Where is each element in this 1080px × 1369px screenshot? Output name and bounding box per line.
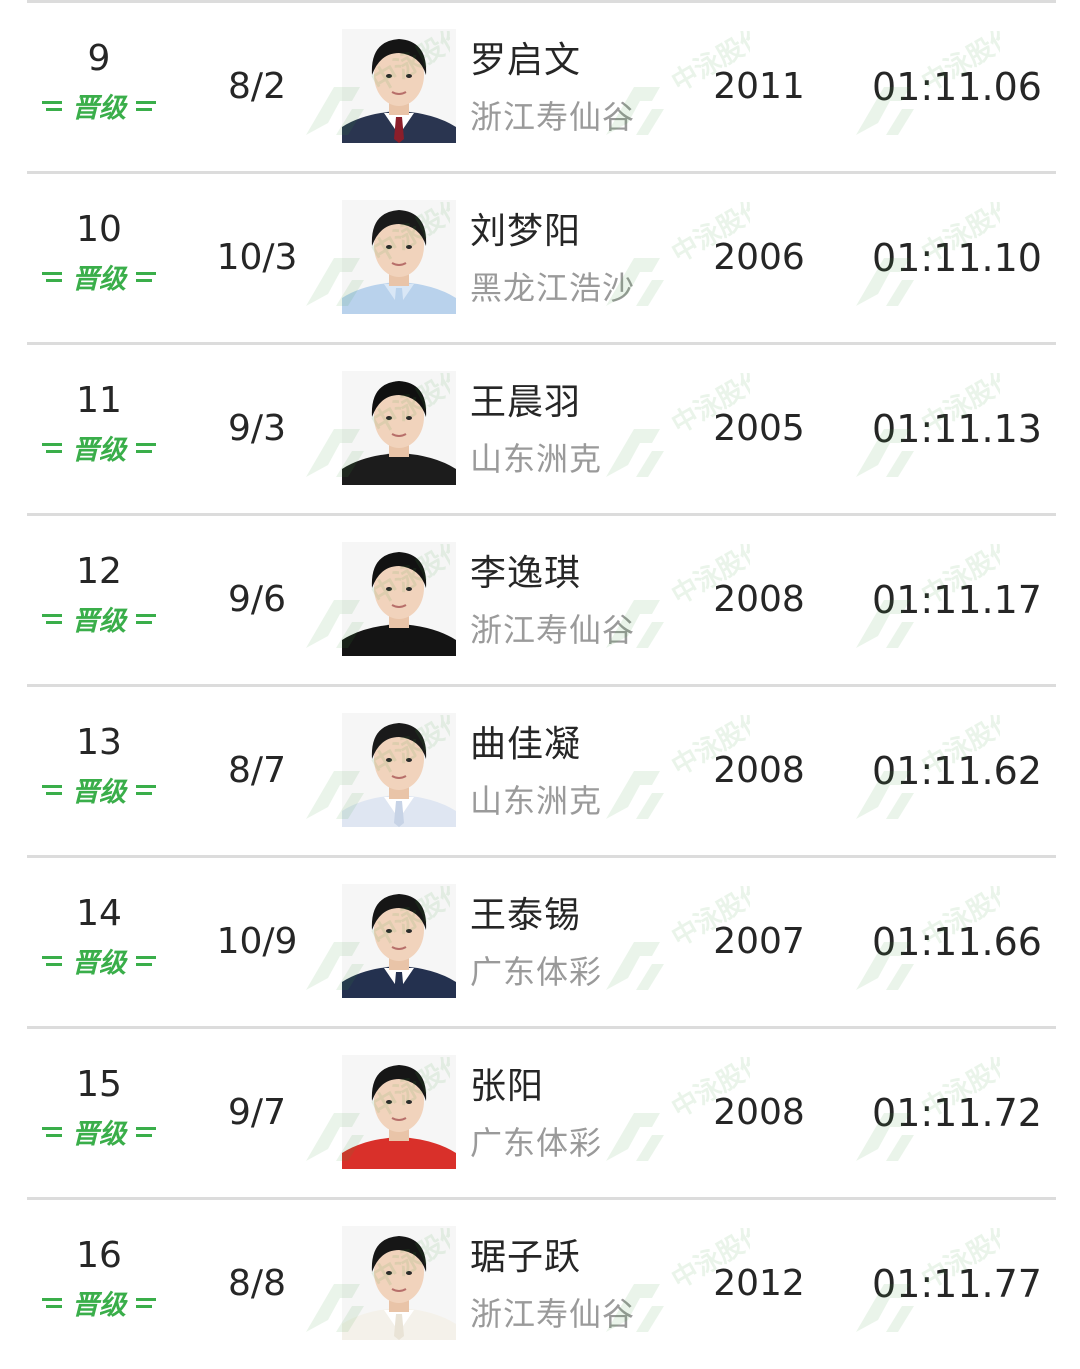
heat-lane: 9/6 (228, 579, 286, 620)
race-time: 01:11.72 (872, 1091, 1042, 1135)
athlete-name: 曲佳凝 (470, 724, 582, 765)
rank-number: 9 (87, 38, 111, 79)
athlete-team: 山东洲克 (470, 782, 603, 820)
heat-lane: 8/7 (228, 750, 286, 791)
race-time: 01:11.13 (872, 407, 1042, 451)
birth-year: 2008 (713, 1092, 805, 1133)
result-row[interactable]: 12晋级9/6李逸琪浙江寿仙谷200801:11.17中泳股份中泳股份中泳股份 (0, 514, 1080, 685)
qualified-badge: 晋级 (42, 1113, 156, 1153)
athlete-photo (342, 713, 456, 827)
result-row[interactable]: 13晋级8/7曲佳凝山东洲克200801:11.62中泳股份中泳股份中泳股份 (0, 685, 1080, 856)
result-row[interactable]: 10晋级10/3刘梦阳黑龙江浩沙200601:11.10中泳股份中泳股份中泳股份 (0, 172, 1080, 343)
heat-lane: 8/8 (228, 1263, 286, 1304)
qualified-badge-text: 晋级 (72, 1119, 128, 1150)
heat-lane: 9/7 (228, 1092, 286, 1133)
race-time: 01:11.62 (872, 749, 1042, 793)
athlete-name: 罗启文 (470, 40, 582, 81)
birth-year: 2008 (713, 750, 805, 791)
athlete-photo (342, 542, 456, 656)
qualified-badge-text: 晋级 (72, 264, 128, 295)
rank-number: 11 (76, 380, 122, 421)
race-time: 01:11.10 (872, 236, 1042, 280)
athlete-team: 广东体彩 (470, 953, 603, 991)
athlete-photo (342, 884, 456, 998)
athlete-team: 浙江寿仙谷 (470, 1295, 636, 1333)
athlete-name: 刘梦阳 (470, 211, 582, 252)
qualified-badge: 晋级 (42, 429, 156, 469)
qualified-badge: 晋级 (42, 1284, 156, 1324)
result-row[interactable]: 16晋级8/8琚子跃浙江寿仙谷201201:11.77中泳股份中泳股份中泳股份 (0, 1198, 1080, 1369)
heat-lane: 8/2 (228, 66, 286, 107)
athlete-team: 浙江寿仙谷 (470, 98, 636, 136)
athlete-photo (342, 371, 456, 485)
race-time: 01:11.17 (872, 578, 1042, 622)
race-time: 01:11.06 (872, 65, 1042, 109)
birth-year: 2011 (713, 66, 805, 107)
qualified-badge-text: 晋级 (72, 93, 128, 124)
race-time: 01:11.66 (872, 920, 1042, 964)
rank-number: 14 (76, 893, 122, 934)
result-row[interactable]: 14晋级10/9王泰锡广东体彩200701:11.66中泳股份中泳股份中泳股份 (0, 856, 1080, 1027)
athlete-photo (342, 200, 456, 314)
race-time: 01:11.77 (872, 1262, 1042, 1306)
qualified-badge: 晋级 (42, 942, 156, 982)
result-row[interactable]: 9晋级8/2罗启文浙江寿仙谷201101:11.06中泳股份中泳股份中泳股份 (0, 1, 1080, 172)
rank-number: 16 (76, 1235, 122, 1276)
birth-year: 2007 (713, 921, 805, 962)
athlete-name: 琚子跃 (470, 1237, 582, 1278)
athlete-team: 黑龙江浩沙 (470, 269, 636, 307)
athlete-photo (342, 29, 456, 143)
qualified-badge-text: 晋级 (72, 606, 128, 637)
qualified-badge: 晋级 (42, 258, 156, 298)
result-row[interactable]: 11晋级9/3王晨羽山东洲克200501:11.13中泳股份中泳股份中泳股份 (0, 343, 1080, 514)
athlete-name: 王晨羽 (470, 382, 582, 423)
athlete-name: 张阳 (470, 1066, 545, 1107)
qualified-badge-text: 晋级 (72, 948, 128, 979)
rank-number: 13 (76, 722, 122, 763)
birth-year: 2005 (713, 408, 805, 449)
athlete-team: 山东洲克 (470, 440, 603, 478)
athlete-photo (342, 1055, 456, 1169)
qualified-badge-text: 晋级 (72, 1290, 128, 1321)
heat-lane: 9/3 (228, 408, 286, 449)
qualified-badge-text: 晋级 (72, 777, 128, 808)
heat-lane: 10/3 (216, 237, 298, 278)
birth-year: 2012 (713, 1263, 805, 1304)
qualified-badge: 晋级 (42, 87, 156, 127)
heat-lane: 10/9 (216, 921, 298, 962)
athlete-name: 王泰锡 (470, 895, 582, 936)
rank-number: 10 (76, 209, 122, 250)
rank-number: 12 (76, 551, 122, 592)
athlete-name: 李逸琪 (470, 553, 582, 594)
qualified-badge: 晋级 (42, 771, 156, 811)
result-row[interactable]: 15晋级9/7张阳广东体彩200801:11.72中泳股份中泳股份中泳股份 (0, 1027, 1080, 1198)
birth-year: 2006 (713, 237, 805, 278)
qualified-badge-text: 晋级 (72, 435, 128, 466)
athlete-team: 浙江寿仙谷 (470, 611, 636, 649)
qualified-badge: 晋级 (42, 600, 156, 640)
athlete-photo (342, 1226, 456, 1340)
rank-number: 15 (76, 1064, 122, 1105)
athlete-team: 广东体彩 (470, 1124, 603, 1162)
birth-year: 2008 (713, 579, 805, 620)
